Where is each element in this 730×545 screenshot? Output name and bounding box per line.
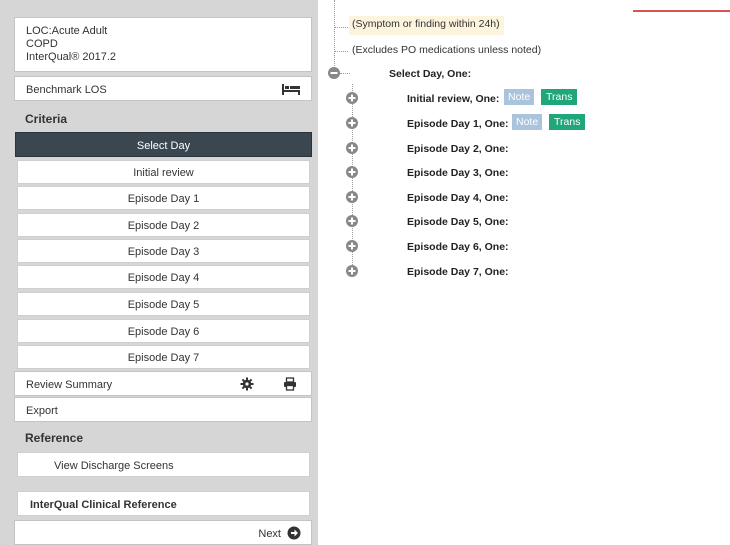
nav-episode-day-7[interactable]: Episode Day 7	[17, 345, 310, 369]
nav-label: Episode Day 5	[127, 299, 200, 311]
expand-icon[interactable]	[346, 240, 358, 252]
next-button[interactable]: Next	[14, 520, 312, 545]
expand-icon[interactable]	[346, 92, 358, 104]
gear-icon[interactable]	[240, 377, 254, 391]
tree-item-label: Episode Day 7, One:	[407, 266, 509, 278]
expand-icon[interactable]	[346, 215, 358, 227]
bed-icon	[282, 84, 300, 95]
benchmark-los-label: Benchmark LOS	[26, 84, 107, 96]
nav-label: Episode Day 4	[127, 272, 200, 284]
tree-item-episode-day-3: Episode Day 3, One:	[318, 163, 730, 183]
reference-header: Reference	[25, 431, 84, 445]
tree-item-episode-day-2: Episode Day 2, One:	[318, 139, 730, 159]
expand-icon[interactable]	[346, 265, 358, 277]
tree-item-label: Episode Day 6, One:	[407, 241, 509, 253]
tree-connector	[340, 73, 350, 74]
tree-item-initial-review: Initial review, One: Note Trans	[318, 89, 730, 109]
nav-episode-day-4[interactable]: Episode Day 4	[17, 265, 310, 289]
select-day-item[interactable]: Select Day	[15, 132, 312, 157]
tree-item-label: Episode Day 4, One:	[407, 192, 509, 204]
excludes-note: (Excludes PO medications unless noted)	[352, 44, 542, 56]
tree-item-episode-day-4: Episode Day 4, One:	[318, 188, 730, 208]
tree-item-label: Episode Day 3, One:	[407, 167, 509, 179]
context-card: LOC:Acute Adult COPD InterQual® 2017.2	[14, 17, 312, 72]
expand-icon[interactable]	[346, 166, 358, 178]
nav-initial-review[interactable]: Initial review	[17, 160, 310, 184]
tree-item-label: Episode Day 5, One:	[407, 216, 509, 228]
criteria-tree-panel: (Symptom or finding within 24h) (Exclude…	[318, 0, 730, 545]
tree-connector	[334, 27, 348, 28]
trans-button[interactable]: Trans	[549, 114, 586, 130]
trans-button[interactable]: Trans	[541, 89, 578, 105]
arrow-right-circle-icon	[287, 526, 301, 540]
collapse-icon[interactable]	[328, 67, 340, 79]
expand-icon[interactable]	[346, 142, 358, 154]
note-button[interactable]: Note	[512, 114, 543, 130]
version-text: InterQual® 2017.2	[26, 51, 117, 63]
loc-text: LOC:Acute Adult	[26, 25, 108, 37]
benchmark-los-button[interactable]: Benchmark LOS	[14, 76, 312, 101]
tree-item-label: Episode Day 1, One:	[407, 118, 509, 130]
left-panel: LOC:Acute Adult COPD InterQual® 2017.2 B…	[0, 0, 318, 545]
printer-icon[interactable]	[283, 377, 297, 391]
expand-icon[interactable]	[346, 117, 358, 129]
view-discharge-screens-link[interactable]: View Discharge Screens	[17, 452, 310, 477]
tree-item-episode-day-5: Episode Day 5, One:	[318, 212, 730, 232]
nav-episode-day-1[interactable]: Episode Day 1	[17, 186, 310, 210]
tree-connector	[334, 0, 335, 68]
export-button[interactable]: Export	[14, 397, 312, 422]
tree-item-episode-day-7: Episode Day 7, One:	[318, 262, 730, 282]
nav-label: Episode Day 2	[127, 220, 200, 232]
nav-label: Episode Day 3	[127, 246, 200, 258]
review-summary-label: Review Summary	[26, 379, 113, 391]
nav-episode-day-3[interactable]: Episode Day 3	[17, 239, 310, 263]
nav-episode-day-2[interactable]: Episode Day 2	[17, 213, 310, 237]
export-label: Export	[26, 405, 58, 417]
review-summary-row[interactable]: Review Summary	[14, 371, 312, 396]
condition-text: COPD	[26, 38, 58, 50]
nav-episode-day-5[interactable]: Episode Day 5	[17, 292, 310, 316]
accent-bar	[633, 10, 730, 12]
tree-item-episode-day-6: Episode Day 6, One:	[318, 237, 730, 257]
nav-episode-day-6[interactable]: Episode Day 6	[17, 319, 310, 343]
nav-label: Episode Day 1	[127, 193, 200, 205]
select-day-label: Select Day, One:	[389, 68, 472, 80]
symptom-note: (Symptom or finding within 24h)	[349, 16, 504, 35]
next-label: Next	[258, 528, 281, 540]
note-button[interactable]: Note	[504, 89, 535, 105]
tree-connector	[334, 51, 348, 52]
nav-label: Initial review	[133, 167, 194, 179]
nav-label: Episode Day 7	[127, 352, 200, 364]
tree-item-label: Initial review, One:	[407, 93, 500, 105]
expand-icon[interactable]	[346, 191, 358, 203]
nav-label: Episode Day 6	[127, 326, 200, 338]
interqual-clinical-reference-link[interactable]: InterQual Clinical Reference	[17, 491, 310, 516]
tree-item-label: Episode Day 2, One:	[407, 143, 509, 155]
criteria-header: Criteria	[25, 112, 68, 126]
tree-item-episode-day-1: Episode Day 1, One: Note Trans	[318, 114, 730, 134]
